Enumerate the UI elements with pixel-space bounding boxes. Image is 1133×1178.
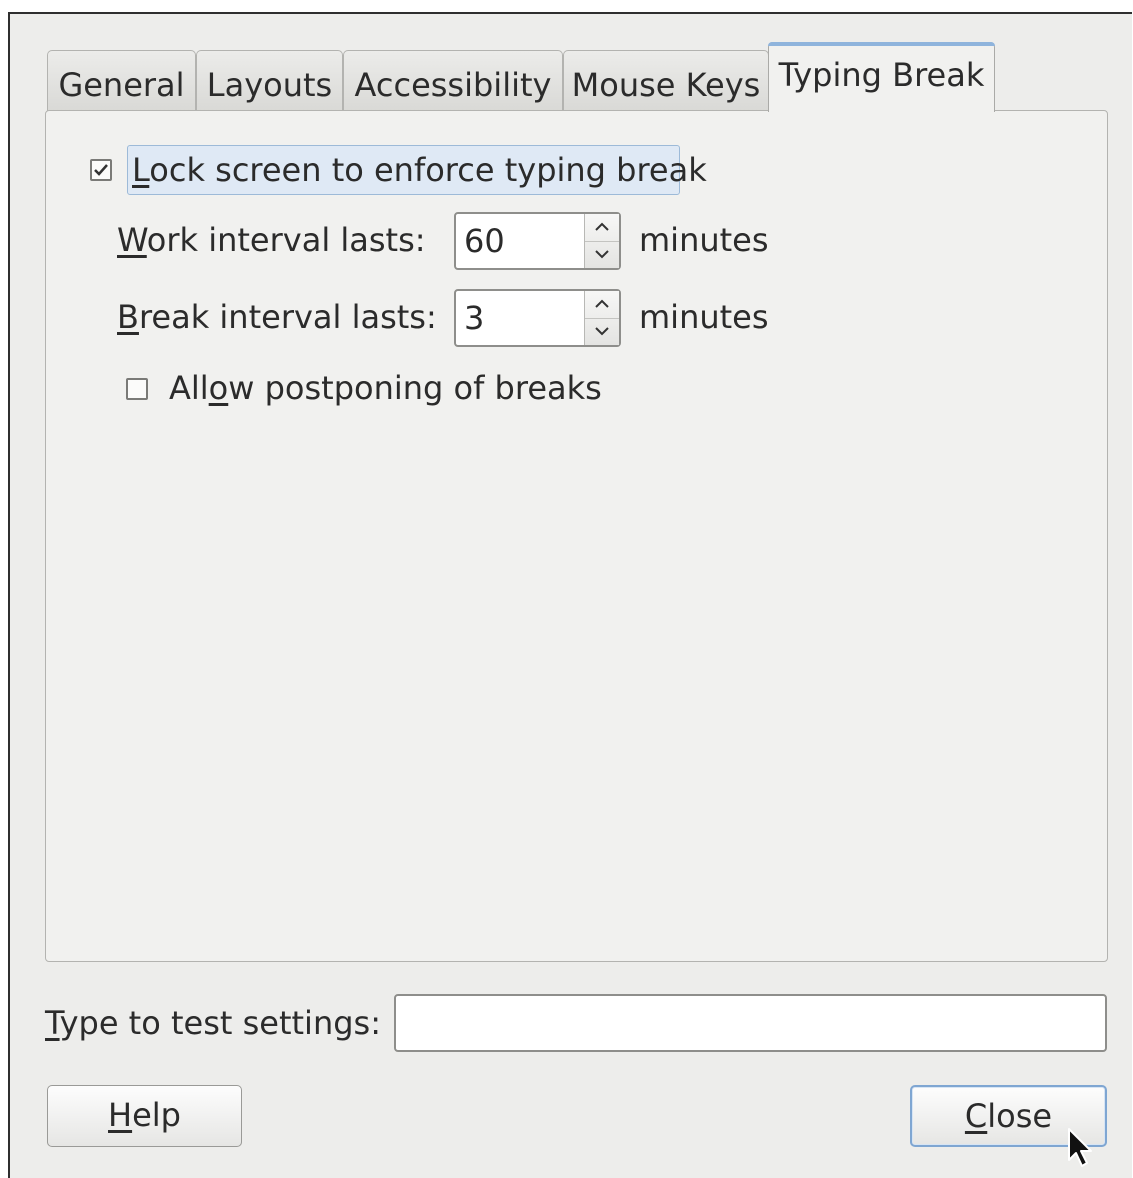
tab-label: Typing Break bbox=[778, 56, 985, 94]
tab-typing-break[interactable]: Typing Break bbox=[768, 42, 995, 112]
break-interval-spinbutton[interactable]: 3 bbox=[454, 289, 621, 347]
test-settings-input[interactable] bbox=[394, 994, 1107, 1052]
work-interval-label: Work interval lasts: bbox=[117, 221, 426, 259]
chevron-up-icon bbox=[595, 222, 609, 231]
tab-accessibility[interactable]: Accessibility bbox=[343, 50, 563, 111]
lock-screen-label[interactable]: Lock screen to enforce typing break bbox=[127, 145, 707, 195]
break-interval-value: 3 bbox=[464, 299, 485, 337]
break-interval-decrement-button[interactable] bbox=[585, 318, 619, 345]
tab-label: Layouts bbox=[206, 66, 333, 104]
tab-mouse-keys[interactable]: Mouse Keys bbox=[563, 50, 769, 111]
break-interval-increment-button[interactable] bbox=[585, 291, 619, 319]
chevron-up-icon bbox=[595, 299, 609, 308]
work-interval-stepper bbox=[584, 214, 619, 268]
help-button[interactable]: Help bbox=[47, 1085, 242, 1147]
tab-label: Accessibility bbox=[354, 66, 552, 104]
tab-general[interactable]: General bbox=[47, 50, 196, 111]
active-tab-indicator bbox=[768, 42, 995, 46]
work-interval-decrement-button[interactable] bbox=[585, 241, 619, 268]
allow-postpone-label[interactable]: Allow postponing of breaks bbox=[169, 372, 602, 404]
work-interval-spinbutton[interactable]: 60 bbox=[454, 212, 621, 270]
allow-postpone-checkbox[interactable] bbox=[126, 378, 148, 400]
chevron-down-icon bbox=[595, 327, 609, 336]
tab-label: Mouse Keys bbox=[571, 66, 761, 104]
chevron-down-icon bbox=[595, 250, 609, 259]
mouse-pointer-icon bbox=[1068, 1128, 1092, 1167]
tab-layouts[interactable]: Layouts bbox=[196, 50, 343, 111]
break-interval-stepper bbox=[584, 291, 619, 345]
work-interval-increment-button[interactable] bbox=[585, 214, 619, 242]
check-icon bbox=[94, 164, 108, 176]
break-interval-unit: minutes bbox=[639, 298, 769, 336]
tab-label: General bbox=[58, 66, 185, 104]
work-interval-unit: minutes bbox=[639, 221, 769, 259]
work-interval-value: 60 bbox=[464, 222, 505, 260]
lock-screen-checkbox[interactable] bbox=[90, 159, 112, 181]
break-interval-label: Break interval lasts: bbox=[117, 298, 437, 336]
test-settings-label: Type to test settings: bbox=[45, 1004, 381, 1042]
